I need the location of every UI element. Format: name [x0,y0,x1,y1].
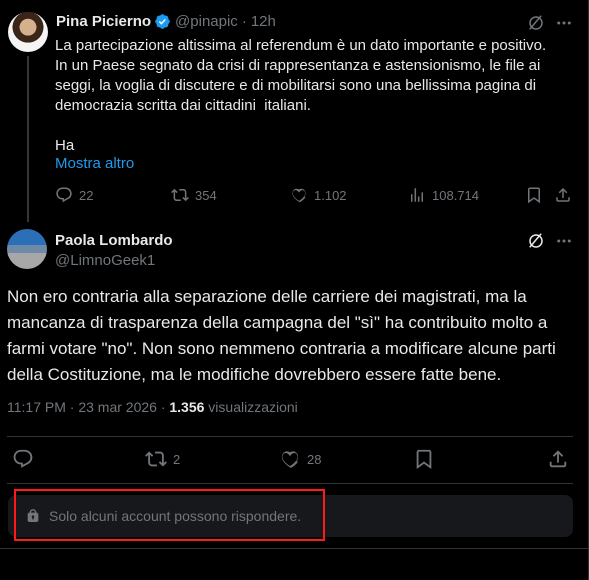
tweet-actions: 22 354 1.102 108.714 [55,186,575,210]
heart-icon [292,188,306,203]
show-more-link[interactable]: Mostra altro [55,155,134,172]
like-button[interactable]: 28 [279,448,321,470]
share-icon [556,187,570,202]
avatar[interactable] [8,12,48,52]
repost-icon [145,451,167,467]
grok-icon[interactable] [527,14,547,34]
divider [7,483,573,484]
views-label: visualizzazioni [204,399,298,415]
share-button[interactable] [547,448,575,470]
highlight-annotation-box [14,489,325,541]
author-handle[interactable]: @LimnoGeek1 [55,252,155,269]
like-button[interactable]: 1.102 [290,186,347,204]
tweet-actions: 2 28 [0,448,589,474]
tweet-metadata: 11:17 PM · 23 mar 2026 · 1.356 visualizz… [7,399,298,415]
tweet-timestamp[interactable]: 11:17 PM · 23 mar 2026 · [7,399,169,415]
author-handle[interactable]: @pinapic [175,13,238,30]
divider [0,548,589,549]
verified-badge-icon [154,13,171,30]
repost-count: 2 [173,451,181,467]
views-count: 108.714 [432,187,479,203]
repost-count: 354 [195,187,217,203]
tweet-text: Non ero contraria alla separazione delle… [7,287,556,384]
repost-icon [171,188,189,202]
reply-icon [13,449,33,468]
reply-icon [56,187,72,203]
reply-button[interactable] [12,448,40,470]
bookmark-icon [416,449,432,470]
more-options-icon[interactable] [555,232,575,252]
bookmark-icon [528,187,540,204]
repost-button[interactable]: 354 [171,186,217,204]
tweet-text: La partecipazione altissima al referendu… [55,37,547,154]
parent-tweet[interactable]: Pina Picierno @pinapic · 12h La partecip… [0,0,589,222]
heart-icon [281,451,299,468]
separator-dot: · [241,13,247,30]
views-button[interactable]: 108.714 [408,186,479,204]
bookmark-button[interactable] [525,186,549,204]
avatar[interactable] [7,229,47,269]
author-name[interactable]: Pina Picierno [56,13,151,30]
repost-button[interactable]: 2 [145,448,180,470]
divider [7,436,573,437]
like-count: 1.102 [314,187,347,203]
views-chart-icon [411,188,423,202]
thread-connector [27,56,29,222]
bookmark-button[interactable] [413,448,441,470]
views-count: 1.356 [169,399,205,415]
grok-icon[interactable] [527,232,547,252]
tweet-header: Pina Picierno @pinapic · 12h [56,13,276,30]
author-name[interactable]: Paola Lombardo [55,232,173,249]
share-button[interactable] [554,186,578,204]
reply-button[interactable]: 22 [55,186,93,204]
like-count: 28 [307,451,322,467]
share-icon [549,450,567,468]
reply-count: 22 [79,187,94,203]
tweet-time[interactable]: 12h [251,13,276,30]
more-options-icon[interactable] [555,14,575,34]
